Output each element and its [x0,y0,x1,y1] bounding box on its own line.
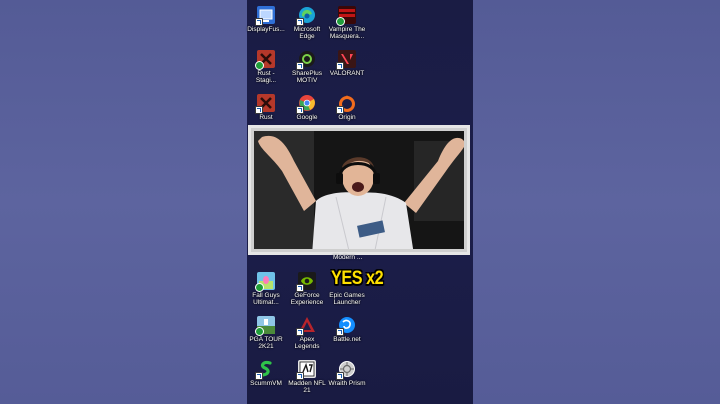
chrome-icon [296,94,316,114]
desktop-icon-label: Rust - Stagi... [255,70,277,84]
desktop-icon-vampire[interactable]: Vampire The Masquera... [325,6,369,40]
desktop-icon-rust[interactable]: Rust [244,94,288,121]
desktop-icon-label: Wraith Prism [328,380,366,387]
shareplus-icon [296,50,316,70]
desktop-icon-rust-staging[interactable]: Rust - Stagi... [244,50,288,84]
desktop-icon-label: ScummVM [250,380,282,387]
desktop-icon-pgatour[interactable]: PGA TOUR 2K21 [244,316,288,350]
battlenet-icon [336,316,356,336]
desktop-icon-battlenet[interactable]: Battle.net [325,316,369,343]
desktop-icon-scummvm[interactable]: ScummVM [244,360,288,387]
desktop-icon-label: Epic Games Launcher [329,292,365,306]
webcam-feed [254,131,464,249]
desktop-icon-apex[interactable]: Apex Legends [285,316,329,350]
origin-icon [336,94,356,114]
desktop-icon-google[interactable]: Google [285,94,329,121]
webcam-caption: Modern ... [333,254,363,261]
webcam-overlay [248,125,470,255]
desktop-icon-label: Fall Guys Ultimat... [252,292,280,306]
desktop-icon-displayfusion[interactable]: DisplayFus... [244,6,288,33]
wraith-icon [336,360,356,380]
desktop-icon-label: GeForce Experience [290,292,324,306]
desktop-icon-label: Madden NFL 21 [288,380,326,394]
desktop-icon-label: DisplayFus... [247,26,285,33]
scummvm-icon [255,360,275,380]
background-left [0,0,247,404]
desktop-icon-geforce[interactable]: GeForce Experience [285,272,329,306]
displayfusion-icon [255,6,275,26]
rust-icon [255,50,275,70]
yes-x2-overlay-text: YES x2 [331,268,384,289]
desktop-icon-label: SharePlus MOTIV [292,70,322,84]
desktop-icon-fallguys[interactable]: Fall Guys Ultimat... [244,272,288,306]
desktop-icon-label: Battle.net [333,336,361,343]
desktop-icon-edge[interactable]: Microsoft Edge [285,6,329,40]
geforce-icon [296,272,316,292]
desktop-icon-label: VALORANT [329,70,365,77]
desktop-icon-origin[interactable]: Origin [325,94,369,121]
pgatour-icon [255,316,275,336]
apex-icon [296,316,316,336]
edge-icon [296,6,316,26]
madden-icon [296,360,316,380]
desktop-icon-wraith[interactable]: Wraith Prism [325,360,369,387]
desktop-icon-valorant[interactable]: VALORANT [325,50,369,77]
desktop-icon-shareplus[interactable]: SharePlus MOTIV [285,50,329,84]
background-right [473,0,720,404]
desktop-icon-label: Origin [338,114,356,121]
desktop-icon-label: Apex Legends [294,336,320,350]
desktop-icon-label: Google [296,114,318,121]
valorant-icon [336,50,356,70]
desktop-icon-label: PGA TOUR 2K21 [249,336,283,350]
rust-icon [255,94,275,114]
desktop-icon-label: Microsoft Edge [293,26,321,40]
vampire-icon [336,6,356,26]
fallguys-icon [255,272,275,292]
desktop-icon-madden[interactable]: Madden NFL 21 [285,360,329,394]
desktop-icon-label: Rust [259,114,273,121]
desktop-icon-label: Vampire The Masquera... [328,26,366,40]
